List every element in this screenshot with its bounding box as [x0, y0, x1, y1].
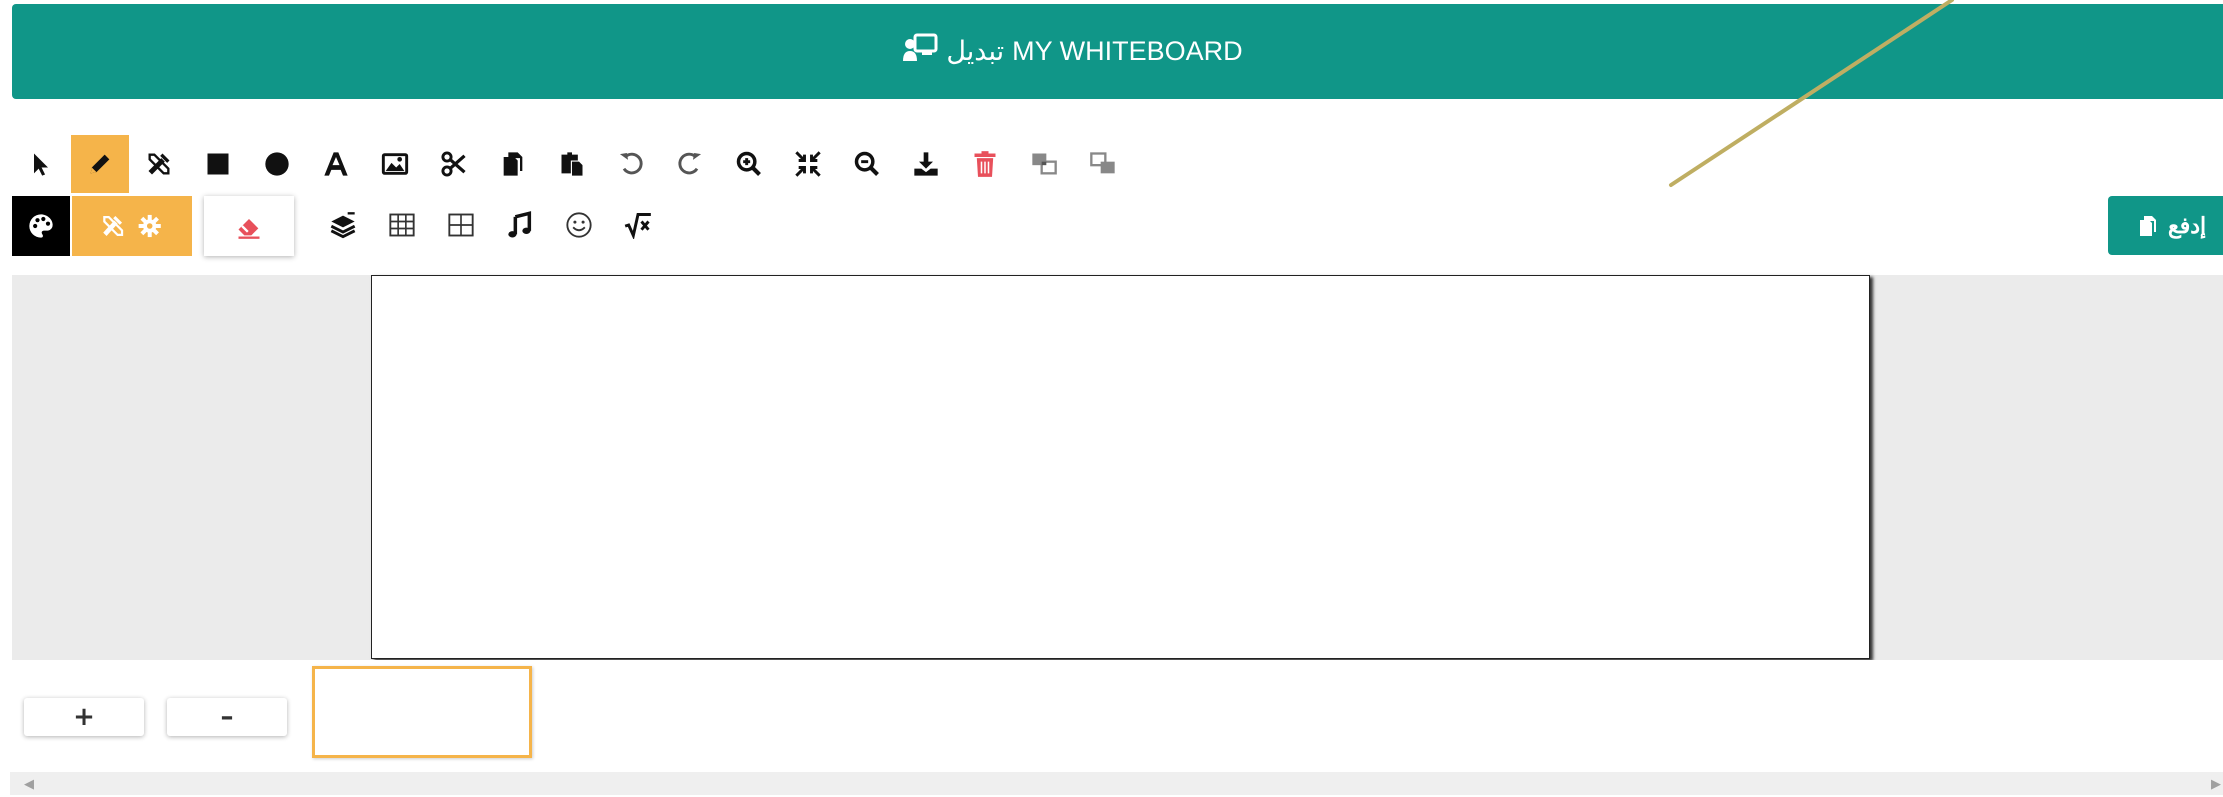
copy-tool[interactable]: [484, 135, 542, 193]
pencil-icon: [90, 154, 110, 174]
send-back-tool[interactable]: [1074, 135, 1132, 193]
smiley-icon: [566, 212, 592, 238]
horizontal-scrollbar[interactable]: ◀ ▶: [10, 772, 2223, 795]
trash-icon: [974, 151, 996, 177]
delete-tool[interactable]: [956, 135, 1014, 193]
math-tool[interactable]: [609, 196, 667, 254]
square-icon: [207, 153, 229, 175]
eraser-icon: [238, 219, 260, 239]
push-button[interactable]: إدفع: [2108, 196, 2223, 255]
undo-icon: [619, 152, 643, 175]
paste-icon: [561, 152, 583, 176]
header-title-group[interactable]: تبديل MY WHITEBOARD: [902, 33, 1243, 70]
zoom-out-icon: [854, 151, 879, 176]
bring-front-icon: [1032, 153, 1057, 175]
tool-settings-tool[interactable]: [72, 196, 192, 256]
undo-tool[interactable]: [602, 135, 660, 193]
page-thumbnail[interactable]: [312, 666, 532, 758]
text-tool[interactable]: [307, 135, 365, 193]
zoom-out-tool[interactable]: [838, 135, 896, 193]
remove-page-button[interactable]: –: [167, 698, 287, 736]
pencil-tool[interactable]: [71, 135, 129, 193]
toolbar: [12, 115, 2223, 275]
ruler-gear-icon: [103, 214, 161, 238]
rectangle-tool[interactable]: [189, 135, 247, 193]
redo-tool[interactable]: [661, 135, 719, 193]
scroll-right-icon[interactable]: ▶: [2211, 776, 2221, 792]
scissors-icon: [441, 151, 466, 177]
table-tool[interactable]: [373, 196, 431, 254]
font-a-icon: [324, 152, 348, 176]
emoji-tool[interactable]: [550, 196, 608, 254]
circle-icon: [265, 152, 289, 176]
pen-ruler-tool[interactable]: [130, 135, 188, 193]
grid-icon: [448, 213, 474, 237]
layers-icon: [330, 212, 356, 239]
square-root-icon: [624, 213, 651, 239]
circle-tool[interactable]: [248, 135, 306, 193]
music-note-icon: [508, 211, 532, 238]
copy-icon: [503, 152, 523, 176]
cursor-arrow-icon: [34, 153, 48, 176]
push-button-label: إدفع: [2168, 212, 2207, 238]
download-tool[interactable]: [897, 135, 955, 193]
table-icon: [389, 213, 415, 237]
app-header: تبديل MY WHITEBOARD: [12, 4, 2223, 99]
canvas-area: [12, 275, 2223, 660]
zoom-in-tool[interactable]: [720, 135, 778, 193]
music-tool[interactable]: [491, 196, 549, 254]
page-bar: + – ◀ ▶: [10, 660, 2223, 797]
copy-icon: [2140, 215, 2156, 236]
bring-front-tool[interactable]: [1015, 135, 1073, 193]
scroll-left-icon[interactable]: ◀: [24, 776, 34, 792]
palette-icon: [29, 214, 53, 238]
zoom-in-icon: [736, 151, 761, 176]
eraser-tool[interactable]: [204, 196, 294, 256]
whiteboard-canvas[interactable]: [371, 275, 1870, 659]
select-tool[interactable]: [12, 135, 70, 193]
chalkboard-user-icon: [902, 33, 938, 70]
add-page-button[interactable]: +: [24, 698, 144, 736]
paste-tool[interactable]: [543, 135, 601, 193]
image-icon: [381, 153, 409, 175]
layers-tool[interactable]: [314, 196, 372, 254]
image-tool[interactable]: [366, 135, 424, 193]
cut-tool[interactable]: [425, 135, 483, 193]
send-back-icon: [1090, 152, 1115, 174]
pen-ruler-icon: [148, 153, 170, 175]
grid-tool[interactable]: [432, 196, 490, 254]
color-palette-tool[interactable]: [12, 196, 70, 256]
page-title: MY WHITEBOARD: [1012, 36, 1243, 66]
fit-tool[interactable]: [779, 135, 837, 193]
redo-icon: [678, 152, 702, 175]
compress-icon: [795, 151, 821, 177]
switch-label: تبديل: [946, 36, 1005, 66]
download-icon: [914, 152, 938, 176]
